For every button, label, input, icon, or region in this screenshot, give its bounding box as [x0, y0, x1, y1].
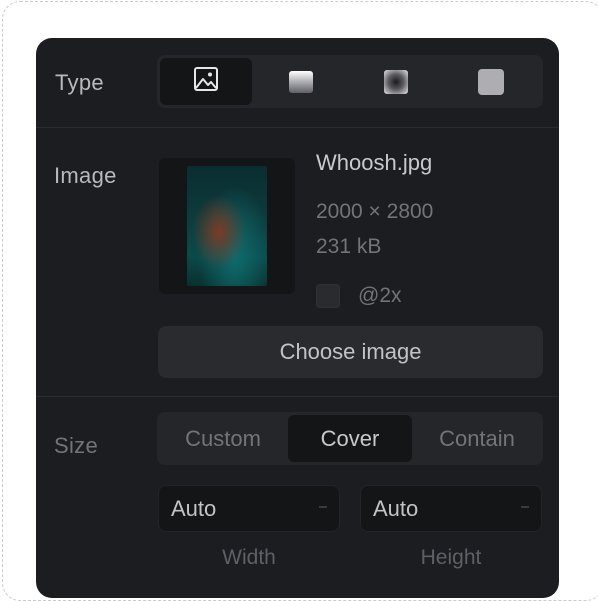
chevron-down-icon: [319, 506, 327, 508]
size-segmented-control: Custom Cover Contain: [157, 412, 543, 465]
fill-settings-panel: Type Image Whoosh.jpg 2000 × 2800 231 kB: [36, 38, 559, 598]
retina-label: @2x: [358, 284, 402, 307]
solid-fill-icon: [478, 68, 504, 95]
image-thumbnail[interactable]: [159, 158, 295, 294]
file-name: Whoosh.jpg: [316, 150, 433, 175]
divider: [36, 127, 559, 128]
size-option-custom[interactable]: Custom: [160, 415, 286, 462]
choose-image-button[interactable]: Choose image: [158, 326, 543, 378]
type-option-image[interactable]: [160, 58, 252, 105]
size-label: Size: [54, 433, 98, 458]
size-option-contain[interactable]: Contain: [414, 415, 540, 462]
width-select[interactable]: Auto: [158, 485, 340, 532]
divider: [36, 396, 559, 397]
type-option-solid[interactable]: [445, 58, 537, 105]
size-option-cover[interactable]: Cover: [288, 415, 412, 462]
image-dimensions: 2000 × 2800: [316, 200, 434, 223]
image-preview: [187, 166, 267, 286]
type-option-radial[interactable]: [350, 58, 442, 105]
image-label: Image: [54, 163, 117, 188]
width-value: Auto: [171, 495, 217, 521]
type-label: Type: [55, 70, 104, 95]
height-label: Height: [420, 546, 482, 569]
type-segmented-control: [157, 55, 543, 108]
radial-gradient-icon: [384, 69, 408, 94]
chevron-down-icon: [521, 506, 529, 508]
image-icon: [193, 66, 219, 97]
retina-option: @2x: [316, 283, 402, 309]
file-size: 231 kB: [316, 235, 382, 258]
type-option-linear[interactable]: [255, 58, 347, 105]
linear-gradient-icon: [289, 70, 313, 93]
width-label: Width: [222, 546, 276, 569]
height-select[interactable]: Auto: [360, 485, 542, 532]
height-value: Auto: [373, 495, 419, 521]
retina-checkbox[interactable]: [316, 284, 340, 308]
